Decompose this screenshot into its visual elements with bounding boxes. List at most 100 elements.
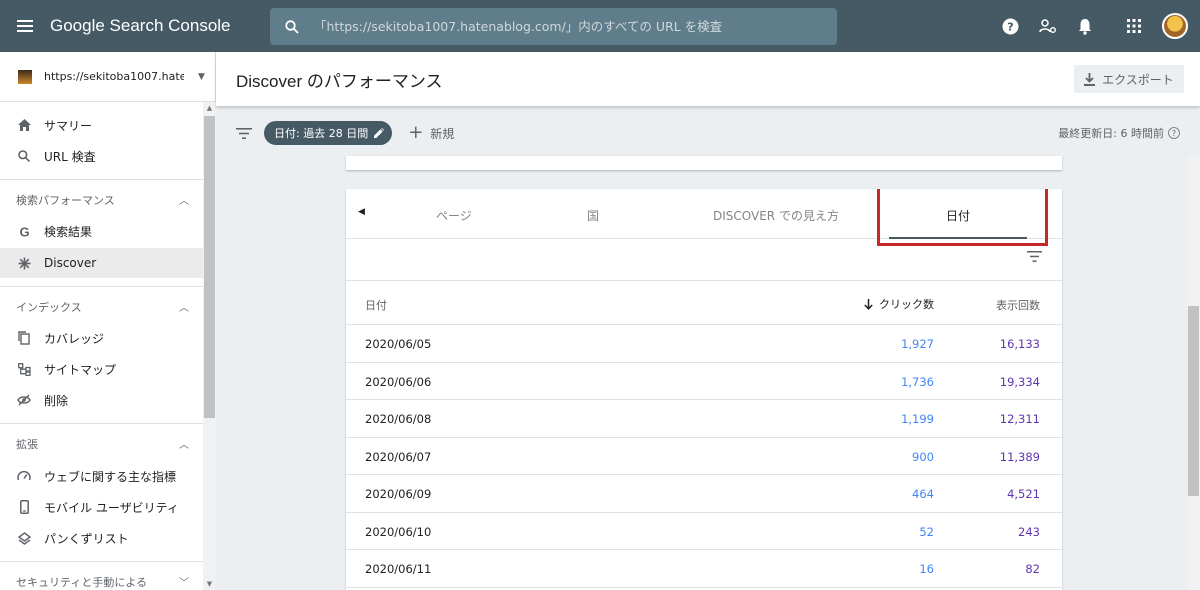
apps-grid-icon: [1126, 19, 1141, 33]
account-avatar[interactable]: [1162, 13, 1188, 39]
tab-discover-appearance[interactable]: DISCOVER での見え方: [713, 207, 839, 224]
edit-pencil-icon: [374, 128, 385, 138]
search-icon: [270, 19, 314, 34]
chart-card-bottom-edge: [346, 156, 1062, 170]
manage-users-button[interactable]: [1029, 8, 1066, 45]
section-header-search-performance[interactable]: 検索パフォーマンス ︿: [0, 190, 203, 210]
annotation-highlight-box: [877, 189, 1048, 246]
app-title[interactable]: Google Search Console: [50, 16, 270, 36]
copy-icon: [17, 331, 31, 345]
table-filter-icon[interactable]: [1027, 251, 1042, 265]
section-title: 拡張: [16, 438, 38, 451]
main-scrollbar[interactable]: [1187, 156, 1200, 590]
layers-icon: [17, 531, 31, 545]
sidebar-item-label: Discover: [44, 256, 97, 270]
table-header: 日付 クリック数 表示回数: [346, 281, 1062, 325]
scrollbar-thumb[interactable]: [1188, 306, 1199, 496]
scroll-up-arrow-icon[interactable]: ▲: [203, 102, 216, 114]
sidebar-item-summary[interactable]: サマリー: [0, 110, 203, 140]
table-row[interactable]: 2020/06/09 464 4,521: [346, 475, 1062, 513]
tab-countries[interactable]: 国: [587, 207, 599, 224]
cell-clicks: 1,736: [901, 374, 934, 389]
chevron-up-icon: ︿: [179, 440, 189, 451]
apps-button[interactable]: [1115, 8, 1152, 45]
property-favicon: [18, 69, 32, 84]
sidebar-item-label: ウェブに関する主な指標: [44, 469, 177, 484]
chevron-down-icon: ﹀: [179, 578, 189, 589]
filter-list-icon[interactable]: [236, 127, 254, 139]
cell-clicks: 1,199: [901, 412, 934, 426]
sidebar-item-label: 削除: [44, 393, 69, 408]
column-header-impressions[interactable]: 表示回数: [996, 297, 1040, 313]
table-row[interactable]: 2020/06/11 16 82: [346, 550, 1062, 588]
cell-date: 2020/06/05: [365, 337, 432, 351]
menu-icon: [17, 20, 33, 32]
table-row[interactable]: 2020/06/06 1,736 19,334: [346, 363, 1062, 400]
sidebar-divider: [0, 179, 203, 180]
tab-scroll-left-icon[interactable]: ◀: [358, 207, 365, 217]
sidebar-item-discover[interactable]: Discover: [0, 248, 203, 278]
sidebar: https://sekitoba1007.hatena... ▼ サマリー UR…: [0, 52, 216, 590]
notifications-button[interactable]: [1066, 8, 1103, 45]
scrollbar-thumb[interactable]: [204, 116, 215, 418]
section-header-enhancements[interactable]: 拡張 ︿: [0, 434, 203, 454]
svg-text:G: G: [19, 225, 29, 238]
home-icon: [17, 118, 31, 132]
table-toolbar: [346, 239, 1062, 281]
column-header-clicks[interactable]: クリック数: [864, 296, 934, 312]
sidebar-item-label: パンくずリスト: [44, 531, 129, 546]
search-icon: [17, 149, 31, 163]
section-header-security[interactable]: セキュリティと手動による ﹀: [0, 572, 203, 590]
cell-clicks: 900: [912, 449, 934, 464]
cell-clicks: 464: [912, 487, 934, 501]
table-row[interactable]: 2020/06/10 52 243: [346, 513, 1062, 550]
sidebar-item-url-inspection[interactable]: URL 検査: [0, 141, 203, 171]
cell-date: 2020/06/06: [365, 374, 432, 389]
scroll-down-arrow-icon[interactable]: ▼: [203, 578, 216, 590]
search-input[interactable]: [314, 19, 814, 34]
last-updated: 最終更新日: 6 時間前 ?: [1058, 125, 1180, 141]
cell-impressions: 243: [1018, 524, 1040, 539]
sidebar-item-sitemaps[interactable]: サイトマップ: [0, 354, 203, 384]
property-selector[interactable]: https://sekitoba1007.hatena... ▼: [0, 52, 215, 102]
column-header-date[interactable]: 日付: [365, 297, 387, 313]
cell-date: 2020/06/09: [365, 487, 432, 501]
cell-impressions: 12,311: [999, 412, 1040, 426]
sidebar-item-label: サイトマップ: [44, 362, 117, 377]
date-filter-chip[interactable]: 日付: 過去 28 日間: [264, 121, 393, 145]
top-app-bar: Google Search Console ?: [0, 0, 1200, 52]
sidebar-item-breadcrumbs[interactable]: パンくずリスト: [0, 523, 203, 553]
table-row[interactable]: 2020/06/05 1,927 16,133: [346, 325, 1062, 363]
new-filter-button[interactable]: + 新規: [408, 124, 454, 142]
sidebar-divider: [0, 423, 203, 424]
cell-impressions: 16,133: [999, 337, 1040, 351]
sidebar-item-mobile-usability[interactable]: モバイル ユーザビリティ: [0, 492, 203, 522]
help-icon[interactable]: ?: [1168, 127, 1180, 139]
sidebar-item-core-web-vitals[interactable]: ウェブに関する主な指標: [0, 461, 203, 491]
section-title: 検索パフォーマンス: [16, 194, 115, 207]
help-icon: ?: [1002, 18, 1019, 34]
filter-bar: 日付: 過去 28 日間 + 新規 最終更新日: 6 時間前 ?: [216, 110, 1200, 156]
table-row[interactable]: 2020/06/07 900 11,389: [346, 438, 1062, 475]
help-button[interactable]: ?: [992, 8, 1029, 45]
url-inspection-search[interactable]: [270, 8, 837, 45]
sidebar-item-coverage[interactable]: カバレッジ: [0, 323, 203, 353]
sidebar-scrollbar[interactable]: ▲ ▼: [203, 102, 216, 590]
sidebar-item-label: URL 検査: [44, 149, 96, 164]
sidebar-item-removals[interactable]: 削除: [0, 385, 203, 415]
manage-users-icon: [1038, 19, 1056, 33]
column-header-label: クリック数: [879, 298, 934, 311]
sidebar-item-search-results[interactable]: G 検索結果: [0, 216, 203, 246]
sidebar-item-label: モバイル ユーザビリティ: [44, 500, 179, 515]
sidebar-item-label: サマリー: [44, 118, 93, 133]
cell-date: 2020/06/07: [365, 449, 432, 464]
main-menu-button[interactable]: [0, 0, 50, 52]
section-header-index[interactable]: インデックス ︿: [0, 297, 203, 317]
cell-impressions: 4,521: [1007, 487, 1040, 501]
section-title: インデックス: [16, 301, 82, 314]
sidebar-item-label: 検索結果: [44, 224, 93, 239]
export-button[interactable]: エクスポート: [1074, 65, 1184, 93]
table-row[interactable]: 2020/06/08 1,199 12,311: [346, 400, 1062, 438]
cell-clicks: 52: [919, 524, 934, 539]
tab-pages[interactable]: ページ: [436, 207, 472, 224]
